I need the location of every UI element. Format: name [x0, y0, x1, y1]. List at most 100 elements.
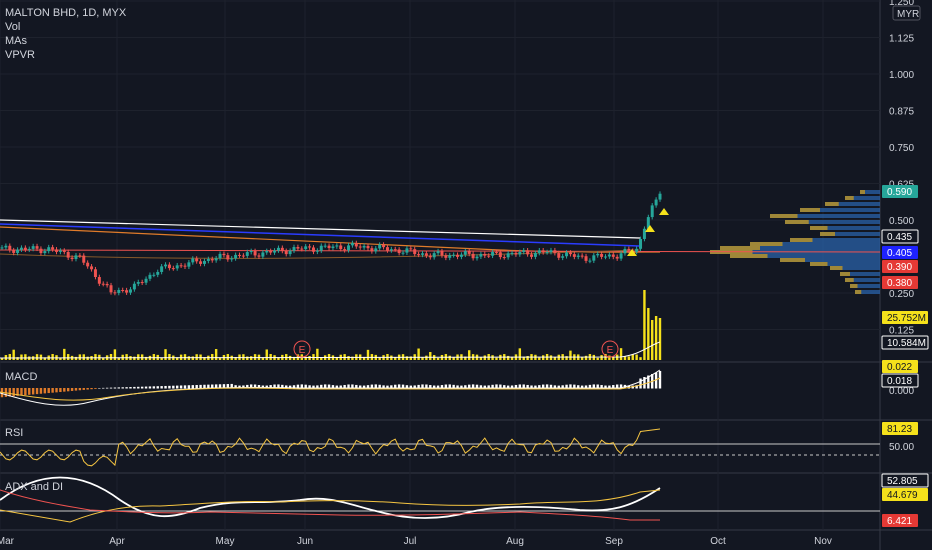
candle-body	[561, 256, 565, 258]
candle-body	[23, 247, 27, 250]
candle-body	[600, 253, 604, 257]
volume-bar	[526, 356, 529, 360]
volume-bar	[113, 349, 117, 360]
macd-histogram-bar	[639, 378, 642, 389]
value-badge-label: 0.590	[887, 187, 912, 198]
candle-body	[39, 248, 43, 254]
macd-histogram-bar	[172, 385, 175, 389]
volume-bar	[553, 357, 557, 360]
candle-body	[522, 250, 526, 253]
candle-body	[432, 253, 436, 258]
vpvr-bar-highlight	[820, 232, 835, 236]
candle-body	[191, 258, 195, 263]
candle-body	[82, 255, 86, 263]
legend-vol[interactable]: Vol	[5, 21, 20, 33]
candle-body	[175, 265, 179, 269]
candle-body	[311, 247, 315, 252]
candle-body	[530, 254, 534, 257]
candle-body	[456, 254, 460, 257]
candle-body	[187, 262, 191, 267]
macd-histogram-bar	[59, 388, 62, 392]
candle-body	[66, 251, 70, 258]
volume-bar	[425, 355, 428, 360]
macd-histogram-bar	[121, 387, 124, 389]
legend-vpvr[interactable]: VPVR	[5, 49, 35, 61]
candle-body	[463, 251, 467, 255]
candle-body	[319, 245, 323, 251]
candle-body	[327, 245, 331, 249]
volume-bar	[152, 354, 156, 360]
macd-histogram-bar	[63, 388, 66, 392]
volume-bar	[249, 356, 253, 360]
macd-histogram-bar	[183, 385, 187, 389]
macd-histogram-bar	[117, 387, 121, 389]
candle-body	[70, 257, 74, 260]
candle-body	[97, 277, 101, 284]
candle-body	[230, 258, 234, 260]
candle-body	[639, 238, 643, 249]
candle-body	[4, 245, 8, 248]
candle-body	[140, 282, 144, 284]
volume-bar	[569, 350, 572, 360]
candle-body	[498, 252, 502, 258]
volume-bar	[265, 349, 268, 360]
volume-bar	[495, 357, 498, 360]
macd-histogram-bar	[70, 388, 74, 391]
volume-bar	[647, 308, 650, 360]
candle-body	[444, 255, 448, 258]
candle-body	[304, 246, 308, 250]
vpvr-bar-highlight	[830, 266, 843, 270]
time-tick-label: Oct	[710, 536, 726, 547]
candle-body	[273, 250, 277, 253]
candle-body	[378, 244, 382, 249]
candle-body	[354, 243, 358, 247]
volume-bar	[631, 354, 634, 360]
value-badge-label: 52.805	[887, 476, 918, 487]
candle-body	[269, 250, 273, 253]
macd-histogram-bar	[113, 387, 117, 389]
macd-histogram-bar	[179, 385, 183, 389]
macd-histogram-bar	[191, 385, 194, 389]
macd-histogram-bar	[98, 388, 101, 389]
price-tick-label: 0.250	[889, 289, 914, 300]
value-badge-label: 44.679	[887, 490, 918, 501]
volume-bar	[211, 354, 214, 360]
candle-body	[218, 253, 222, 259]
symbol-title: MALTON BHD, 1D, MYX	[5, 7, 127, 19]
candle-body	[152, 274, 156, 276]
time-axis[interactable]: Mar Apr May Jun Jul Aug Sep Oct Nov	[0, 536, 832, 547]
macd-histogram-bar	[86, 388, 89, 390]
candle-body	[183, 265, 187, 267]
candle-body	[483, 254, 487, 256]
candle-body	[90, 266, 94, 270]
chart-canvas[interactable]: EE 1.2501.1251.0000.8750.7500.6250.5000.…	[0, 0, 932, 550]
candle-body	[202, 260, 206, 264]
candle-body	[491, 251, 495, 256]
candle-body	[549, 250, 553, 253]
candle-body	[619, 253, 623, 259]
volume-bar	[66, 354, 70, 360]
volume-bar	[20, 354, 23, 360]
volume-bar	[269, 354, 272, 360]
candle-body	[374, 248, 378, 252]
candle-body	[280, 247, 284, 251]
candle-body	[459, 254, 463, 257]
macd-histogram-bar	[137, 386, 140, 389]
candle-body	[335, 245, 339, 247]
volume-bar	[133, 356, 136, 360]
candle-body	[136, 282, 140, 284]
time-tick-label: Mar	[0, 536, 15, 547]
earnings-marker-label: E	[299, 345, 306, 356]
candle-body	[8, 245, 12, 251]
candle-body	[642, 228, 646, 239]
candle-body	[241, 255, 245, 257]
candle-body	[654, 199, 658, 206]
legend-mas[interactable]: MAs	[5, 35, 28, 47]
macd-histogram-bar	[74, 388, 78, 391]
price-tick-label: 0.750	[889, 143, 914, 154]
macd-histogram-bar	[66, 388, 70, 392]
vpvr-bar-highlight	[845, 196, 854, 200]
volume-bar	[651, 320, 654, 360]
candle-body	[592, 255, 596, 261]
candle-body	[366, 245, 370, 249]
